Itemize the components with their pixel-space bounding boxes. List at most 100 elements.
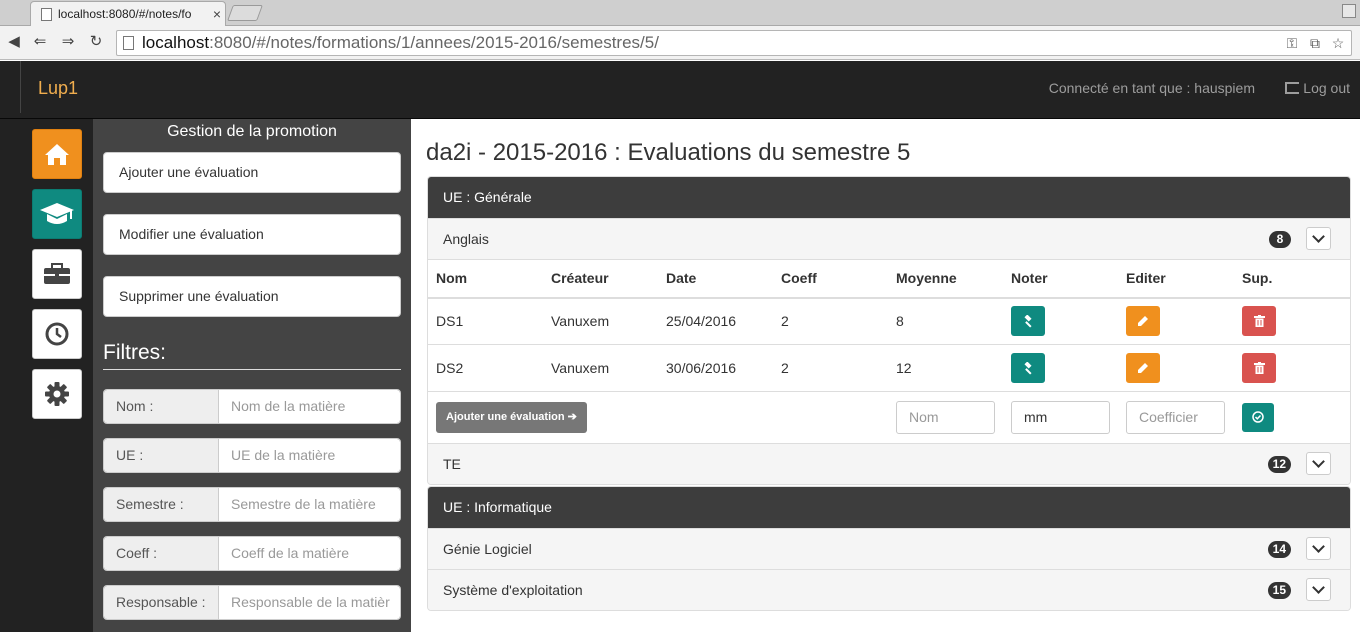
filter-label: Semestre :: [104, 488, 219, 521]
new-coeff-input[interactable]: Coefficier: [1126, 400, 1225, 434]
delete-button[interactable]: [1242, 353, 1276, 383]
column-header: Noter: [1003, 259, 1118, 299]
briefcase-button[interactable]: [32, 249, 82, 299]
cell-coeff: 2: [773, 344, 888, 392]
add-evaluation-row: Ajouter une évaluation ➔ Nom mm Coeffici…: [428, 391, 1350, 443]
chevron-down-icon[interactable]: [1306, 451, 1331, 475]
edit-button[interactable]: [1126, 306, 1160, 337]
new-nom-input[interactable]: Nom: [896, 400, 995, 434]
edit-evaluation-button[interactable]: Modifier une évaluation: [103, 214, 401, 255]
ue-informatique-panel: UE : Informatique Génie Logiciel 14 Syst…: [427, 486, 1351, 611]
graduation-cap-icon: [40, 203, 74, 224]
filter-semestre-input[interactable]: Semestre de la matière: [219, 488, 400, 521]
clock-icon: [45, 322, 69, 346]
browser-tab[interactable]: localhost:8080/#/notes/fo ×: [30, 1, 226, 26]
main-content: da2i - 2015-2016 : Evaluations du semest…: [411, 119, 1360, 632]
filter-responsable: Responsable : Responsable de la matièr: [103, 585, 401, 620]
chevron-down-icon[interactable]: [1306, 537, 1331, 560]
ue-heading: UE : Informatique: [428, 487, 1350, 528]
column-header: Moyenne: [888, 259, 1003, 299]
new-date-input[interactable]: mm: [1011, 400, 1110, 434]
back-arrow-icon[interactable]: ⇐: [30, 33, 50, 51]
chevron-down-icon[interactable]: [1306, 227, 1331, 250]
list-item-systeme-exploitation[interactable]: Système d'exploitation 15: [428, 569, 1350, 610]
filter-label: Nom :: [104, 390, 219, 423]
filter-coeff-input[interactable]: Coeff de la matière: [219, 537, 400, 570]
briefcase-icon: [44, 263, 70, 284]
filter-label: Coeff :: [104, 537, 219, 570]
item-name: Génie Logiciel: [443, 541, 532, 557]
cell-createur: Vanuxem: [543, 344, 658, 392]
window-control-button[interactable]: [1342, 4, 1356, 18]
ue-generale-panel: UE : Générale Anglais 8 Nom Créateur Dat…: [427, 176, 1351, 485]
edit-button[interactable]: [1126, 353, 1160, 383]
cell-date: 30/06/2016: [658, 344, 773, 392]
count-badge: 14: [1267, 541, 1291, 558]
app-navbar: Lup1 Connecté en tant que : hauspiem Log…: [0, 61, 1360, 119]
count-badge: 8: [1269, 231, 1291, 248]
cell-nom: DS2: [428, 344, 543, 392]
tab-close-icon[interactable]: ×: [209, 6, 225, 22]
home-icon: [45, 144, 69, 165]
filter-ue: UE : UE de la matière: [103, 438, 401, 473]
chevron-down-icon[interactable]: [1306, 578, 1331, 601]
cell-moyenne: 8: [888, 297, 1003, 345]
cell-coeff: 2: [773, 297, 888, 345]
evaluations-table: Nom Créateur Date Coeff Moyenne Noter Ed…: [428, 259, 1350, 443]
column-header: Editer: [1118, 259, 1234, 299]
confirm-add-button[interactable]: [1242, 402, 1274, 432]
grade-button[interactable]: [1011, 306, 1045, 337]
ue-heading: UE : Générale: [428, 177, 1350, 218]
settings-button[interactable]: [32, 369, 82, 419]
table-row: DS2 Vanuxem 30/06/2016 2 12: [428, 344, 1350, 392]
back-icon[interactable]: ◀: [4, 33, 24, 51]
star-icon[interactable]: ☆: [1328, 35, 1348, 52]
gear-icon: [45, 382, 69, 406]
item-name: TE: [443, 455, 461, 472]
delete-button[interactable]: [1242, 306, 1276, 337]
formations-button[interactable]: [32, 189, 82, 239]
logout-link[interactable]: Log out: [1285, 80, 1350, 96]
add-evaluation-button[interactable]: Ajouter une évaluation: [103, 152, 401, 193]
filter-ue-input[interactable]: UE de la matière: [219, 439, 400, 472]
grade-button[interactable]: [1011, 353, 1045, 383]
icon-sidebar: [0, 119, 93, 632]
filter-label: UE :: [104, 439, 219, 472]
translate-icon[interactable]: ⧉: [1305, 35, 1325, 52]
add-evaluation-inline-button[interactable]: Ajouter une évaluation ➔: [436, 401, 587, 433]
history-button[interactable]: [32, 309, 82, 359]
column-header: Date: [658, 259, 773, 299]
delete-evaluation-button[interactable]: Supprimer une évaluation: [103, 276, 401, 317]
column-header: Coeff: [773, 259, 888, 299]
navbar-divider: [20, 61, 21, 113]
list-item-anglais[interactable]: Anglais 8: [428, 218, 1350, 259]
column-header: Créateur: [543, 259, 658, 299]
list-item-te[interactable]: TE 12: [428, 442, 1350, 484]
cell-moyenne: 12: [888, 344, 1003, 392]
browser-toolbar: ◀ ⇐ ⇒ ↻ localhost:8080/#/notes/formation…: [0, 26, 1360, 60]
key-icon[interactable]: ⚿: [1282, 35, 1302, 52]
forward-icon[interactable]: ⇒: [58, 33, 78, 51]
item-name: Anglais: [443, 231, 489, 247]
home-button[interactable]: [32, 129, 82, 179]
list-item-genie-logiciel[interactable]: Génie Logiciel 14: [428, 528, 1350, 569]
pencil-icon: [1138, 316, 1148, 327]
cell-date: 25/04/2016: [658, 297, 773, 345]
tab-title: localhost:8080/#/notes/fo: [58, 7, 192, 21]
filter-nom-input[interactable]: Nom de la matière: [219, 390, 400, 423]
check-circle-icon: [1252, 411, 1264, 423]
promotion-sidebar: Gestion de la promotion Ajouter une éval…: [93, 119, 411, 632]
address-bar[interactable]: localhost:8080/#/notes/formations/1/anne…: [116, 30, 1352, 56]
filter-responsable-input[interactable]: Responsable de la matièr: [219, 586, 400, 619]
new-tab-button[interactable]: [227, 5, 263, 21]
column-header: Nom: [428, 259, 543, 299]
reload-icon[interactable]: ↻: [86, 33, 106, 51]
cell-nom: DS1: [428, 297, 543, 345]
pencil-icon: [1138, 363, 1148, 373]
item-name: Système d'exploitation: [443, 582, 583, 598]
filter-coeff: Coeff : Coeff de la matière: [103, 536, 401, 571]
page-icon: [41, 7, 52, 21]
url-text: localhost:8080/#/notes/formations/1/anne…: [142, 33, 659, 52]
cell-createur: Vanuxem: [543, 297, 658, 345]
brand-link[interactable]: Lup1: [38, 78, 78, 99]
